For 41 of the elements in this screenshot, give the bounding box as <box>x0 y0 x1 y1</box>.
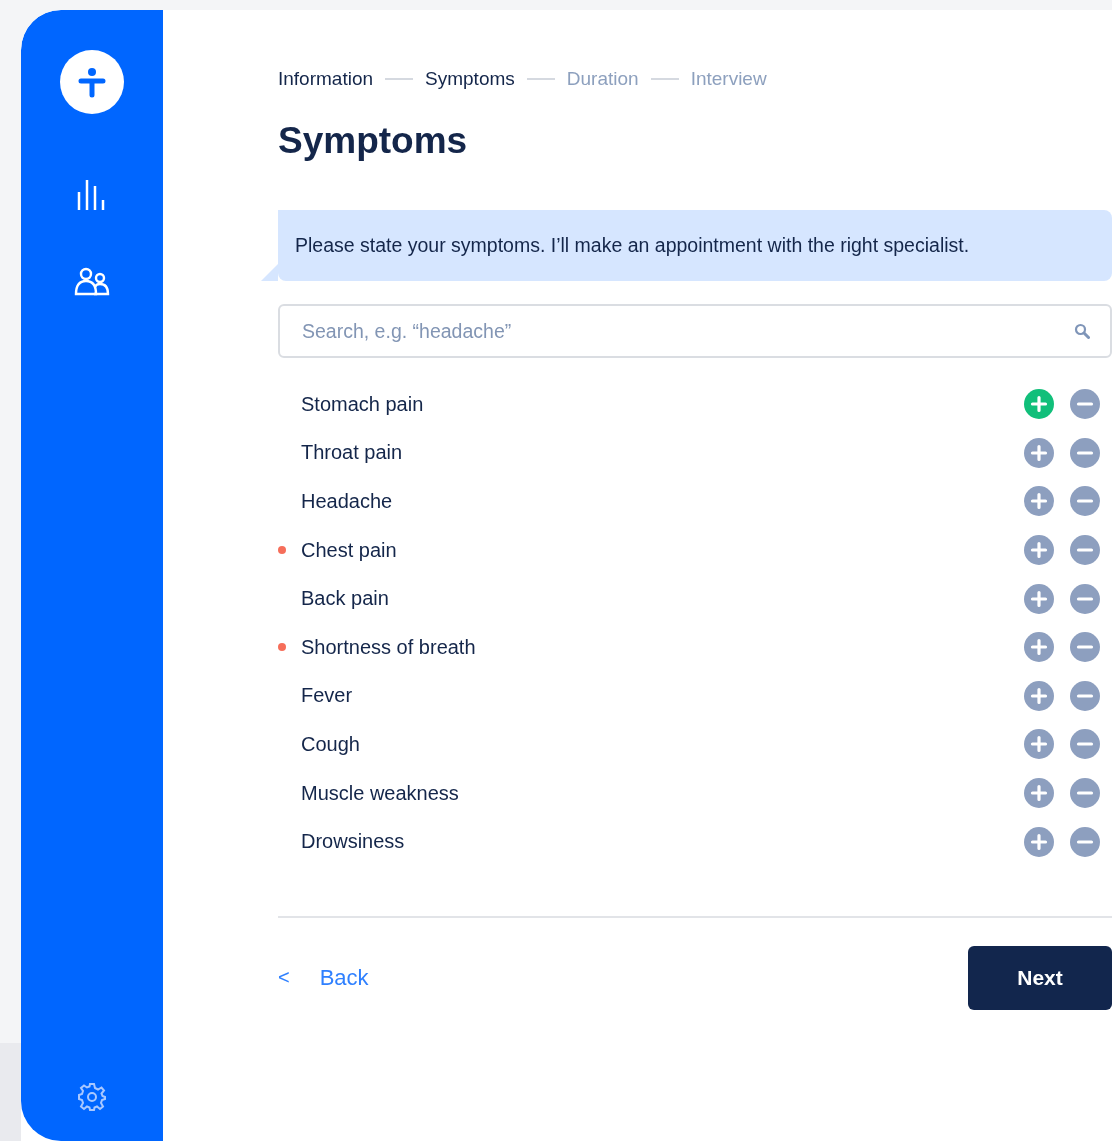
remove-icon[interactable] <box>1070 583 1100 614</box>
symptom-name: Headache <box>301 490 394 513</box>
symptom-name: Drowsiness <box>301 830 406 854</box>
remove-icon[interactable] <box>1070 486 1100 517</box>
logo-icon[interactable] <box>60 50 124 114</box>
add-icon[interactable] <box>1024 486 1054 517</box>
search-field[interactable]: Search, e.g. “headache” <box>278 304 1112 358</box>
add-icon[interactable] <box>1024 583 1054 614</box>
remove-icon[interactable] <box>1070 778 1100 809</box>
users-icon[interactable] <box>74 266 110 296</box>
add-icon[interactable] <box>1024 826 1054 857</box>
remove-icon[interactable] <box>1070 680 1100 711</box>
next-button[interactable]: Next <box>968 945 1112 1010</box>
symptom-name: Cough <box>301 732 361 756</box>
step-label[interactable]: Information <box>278 68 374 90</box>
add-icon[interactable] <box>1024 389 1054 420</box>
symptom-name: Fever <box>301 684 354 708</box>
search-icon <box>1074 323 1090 339</box>
symptom-name: Throat pain <box>301 441 404 465</box>
add-icon[interactable] <box>1024 729 1054 760</box>
symptom-name: Shortness of breath <box>301 635 477 659</box>
remove-icon[interactable] <box>1070 826 1100 857</box>
add-icon[interactable] <box>1024 680 1054 711</box>
symptom-name: Chest pain <box>301 538 398 562</box>
remove-icon[interactable] <box>1070 729 1100 760</box>
step-label[interactable]: Symptoms <box>425 68 515 90</box>
message-text: Please state your symptoms. I’ll make an appointment with the right specialist. <box>295 234 970 257</box>
symptom-name: Stomach pain <box>301 392 425 416</box>
symptom-name: Back pain <box>301 587 390 611</box>
add-icon[interactable] <box>1024 632 1054 663</box>
add-icon[interactable] <box>1024 437 1054 468</box>
add-icon[interactable] <box>1024 778 1054 809</box>
remove-icon[interactable] <box>1070 535 1100 566</box>
back-button[interactable]: < Back <box>278 964 369 991</box>
page-title: Symptoms <box>278 120 469 163</box>
settings-icon[interactable] <box>76 1081 108 1113</box>
remove-icon[interactable] <box>1070 389 1100 420</box>
remove-icon[interactable] <box>1070 437 1100 468</box>
symptom-name: Muscle weakness <box>301 781 460 805</box>
add-icon[interactable] <box>1024 535 1054 566</box>
remove-icon[interactable] <box>1070 632 1100 663</box>
